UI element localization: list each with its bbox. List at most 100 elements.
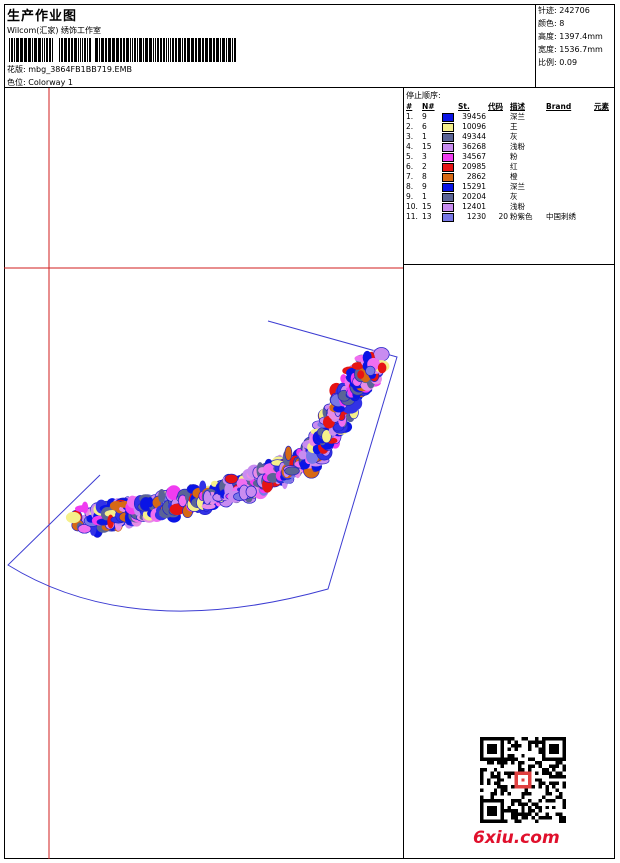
embroidery-motifs [65, 347, 390, 538]
sequence-row: 2. 6 10096 王 [405, 122, 610, 132]
row-needle: 1 [422, 192, 427, 201]
row-index: 2. [406, 122, 414, 131]
sequence-row: 4. 15 36268 浅粉 [405, 142, 610, 152]
row-element [593, 182, 610, 192]
row-stitches: 2862 [466, 172, 486, 181]
embroidery-preview [4, 88, 403, 859]
row-element [593, 112, 610, 122]
color-swatch [442, 162, 454, 172]
row-brand [545, 182, 593, 192]
col-code: 代码 [488, 101, 503, 111]
row-index: 6. [406, 162, 414, 171]
row-stitches: 20204 [462, 192, 486, 201]
colorway-label: 色位: [7, 78, 26, 87]
row-brand [545, 132, 593, 142]
sequence-row: 3. 1 49344 灰 [405, 132, 610, 142]
row-swatch [441, 212, 457, 222]
row-desc: 灰 [510, 192, 518, 201]
sequence-row: 9. 1 20204 灰 [405, 192, 610, 202]
row-element [593, 142, 610, 152]
color-swatch [442, 112, 454, 122]
row-code [487, 152, 509, 162]
row-index: 9. [406, 192, 414, 201]
row-code [487, 142, 509, 152]
row-desc: 深兰 [510, 182, 525, 191]
color-swatch [442, 152, 454, 162]
row-element [593, 172, 610, 182]
row-element [593, 132, 610, 142]
row-code [487, 192, 509, 202]
color-swatch [442, 132, 454, 142]
col-brand: Brand [546, 101, 572, 111]
color-swatch [442, 122, 454, 132]
row-brand [545, 172, 593, 182]
row-needle: 13 [422, 212, 432, 221]
row-index: 8. [406, 182, 414, 191]
row-stitches: 34567 [462, 152, 486, 161]
row-swatch [441, 132, 457, 142]
row-element [593, 202, 610, 212]
color-swatch [442, 212, 454, 222]
row-code [487, 182, 509, 192]
row-brand [545, 202, 593, 212]
row-stitches: 39456 [462, 112, 486, 121]
stat-height: 高度: 1397.4mm [538, 32, 603, 41]
row-element [593, 192, 610, 202]
row-desc: 橙 [510, 172, 518, 181]
row-needle: 6 [422, 122, 427, 131]
sequence-row: 8. 9 15291 深兰 [405, 182, 610, 192]
stat-width: 宽度: 1536.7mm [538, 45, 603, 54]
row-needle: 1 [422, 132, 427, 141]
row-needle: 8 [422, 172, 427, 181]
col-stitches: St. [458, 101, 470, 111]
colorway-name: Colorway 1 [28, 78, 73, 87]
col-swatch [441, 100, 457, 112]
stat-colors: 颜色: 8 [538, 19, 565, 28]
row-swatch [441, 182, 457, 192]
row-needle: 9 [422, 182, 427, 191]
row-needle: 15 [422, 202, 432, 211]
row-swatch [441, 162, 457, 172]
colorway-row: 色位: Colorway 1 [7, 77, 73, 88]
row-code [487, 202, 509, 212]
color-swatch [442, 202, 454, 212]
row-desc: 粉紫色 [510, 212, 533, 221]
sequence-row: 10. 15 12401 浅粉 [405, 202, 610, 212]
barcode [9, 38, 236, 62]
row-code [487, 122, 509, 132]
row-element [593, 212, 610, 222]
row-stitches: 15291 [462, 182, 486, 191]
row-needle: 15 [422, 142, 432, 151]
row-index: 5. [406, 152, 414, 161]
row-brand [545, 192, 593, 202]
sequence-header-row: # N# St. 代码 描述 Brand 元素 [405, 100, 610, 112]
row-index: 1. [406, 112, 414, 121]
sequence-row: 6. 2 20985 红 [405, 162, 610, 172]
row-desc: 粉 [510, 152, 518, 161]
row-code [487, 172, 509, 182]
row-needle: 9 [422, 112, 427, 121]
stat-stitches: 针迹: 242706 [538, 6, 590, 15]
design-name: mbg_3864FB1BB719.EMB [28, 65, 132, 74]
col-desc: 描述 [510, 101, 525, 111]
row-swatch [441, 122, 457, 132]
row-code [487, 132, 509, 142]
row-index: 10. [406, 202, 418, 211]
row-swatch [441, 112, 457, 122]
row-index: 11. [406, 212, 418, 221]
row-desc: 深兰 [510, 112, 525, 121]
row-stitches: 12401 [462, 202, 486, 211]
sequence-row: 11. 13 1230 20 粉紫色 中国刺绣 [405, 212, 610, 222]
design-canvas [4, 88, 403, 859]
color-swatch [442, 182, 454, 192]
row-swatch [441, 172, 457, 182]
qr-code [480, 737, 566, 823]
row-brand [545, 122, 593, 132]
company-name: Wilcom(汇家) 绣饰工作室 [7, 26, 102, 35]
color-swatch [442, 172, 454, 182]
row-desc: 浅粉 [510, 142, 525, 151]
row-index: 7. [406, 172, 414, 181]
row-element [593, 162, 610, 172]
row-stitches: 10096 [462, 122, 486, 131]
row-stitches: 49344 [462, 132, 486, 141]
